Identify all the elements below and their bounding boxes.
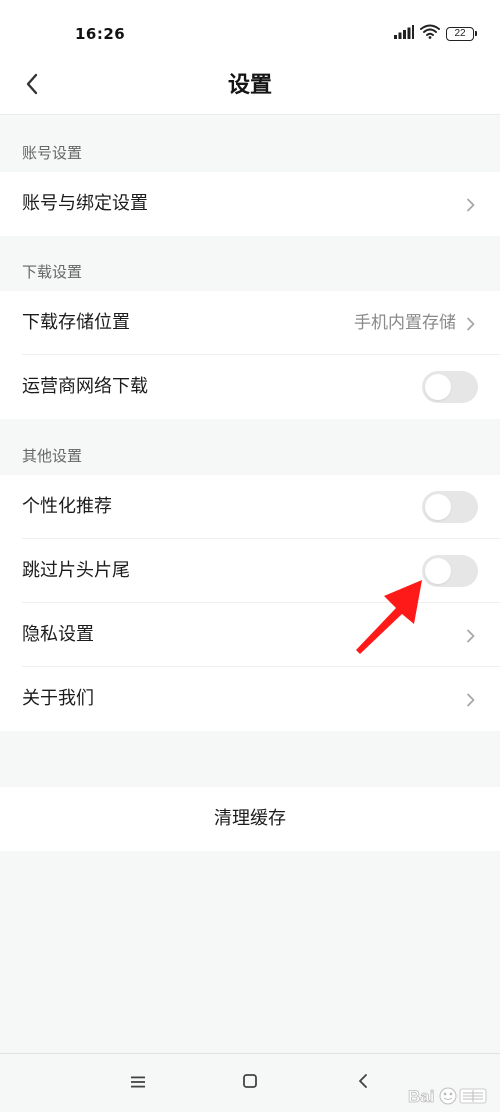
row-label: 下载存储位置: [22, 312, 130, 333]
row-account-binding[interactable]: 账号与绑定设置: [0, 172, 500, 236]
row-label: 账号与绑定设置: [22, 193, 148, 214]
signal-icon: [394, 24, 414, 43]
chevron-right-icon: [464, 628, 478, 643]
section-label-account: 账号设置: [22, 144, 83, 162]
row-label: 隐私设置: [22, 624, 94, 645]
chevron-right-icon: [464, 197, 478, 212]
back-icon: [357, 1073, 369, 1093]
row-download-location[interactable]: 下载存储位置 手机内置存储: [0, 291, 500, 355]
row-skip-intro-outro: 跳过片头片尾: [0, 539, 500, 603]
row-label: 关于我们: [22, 688, 94, 709]
toggle-knob: [425, 558, 451, 584]
skip-intro-outro-toggle[interactable]: [422, 555, 478, 587]
row-about-us[interactable]: 关于我们: [0, 667, 500, 731]
status-time: 16:26: [75, 25, 126, 43]
row-personalized-recommend: 个性化推荐: [0, 475, 500, 539]
baidu-jingyan-watermark-logo: Bai: [406, 1084, 490, 1108]
status-icons: 22: [394, 24, 477, 43]
carrier-download-toggle[interactable]: [422, 371, 478, 403]
menu-icon: [130, 1074, 146, 1093]
section-label-other: 其他设置: [22, 447, 83, 465]
header: 设置: [0, 62, 500, 115]
personalized-recommend-toggle[interactable]: [422, 491, 478, 523]
page-title: 设置: [227, 73, 272, 98]
toggle-knob: [425, 374, 451, 400]
row-label: 运营商网络下载: [22, 376, 148, 397]
chevron-right-icon: [464, 316, 478, 331]
home-square-icon: [242, 1073, 258, 1093]
row-label: 跳过片头片尾: [22, 560, 130, 581]
row-privacy-settings[interactable]: 隐私设置: [0, 603, 500, 667]
row-label: 个性化推荐: [22, 496, 112, 517]
clear-cache-button[interactable]: 清理缓存: [0, 787, 500, 851]
row-value: 手机内置存储: [354, 313, 456, 333]
system-back-button[interactable]: [348, 1068, 378, 1098]
row-carrier-download: 运营商网络下载: [0, 355, 500, 419]
toggle-knob: [425, 494, 451, 520]
battery-icon: 22: [446, 26, 477, 41]
status-bar: 16:26 22: [0, 0, 500, 62]
home-button[interactable]: [235, 1068, 265, 1098]
svg-text:Bai: Bai: [408, 1087, 434, 1106]
clear-cache-label: 清理缓存: [214, 808, 286, 829]
section-label-download: 下载设置: [22, 263, 83, 281]
chevron-right-icon: [464, 692, 478, 707]
wifi-icon: [420, 24, 440, 43]
menu-button[interactable]: [123, 1068, 153, 1098]
